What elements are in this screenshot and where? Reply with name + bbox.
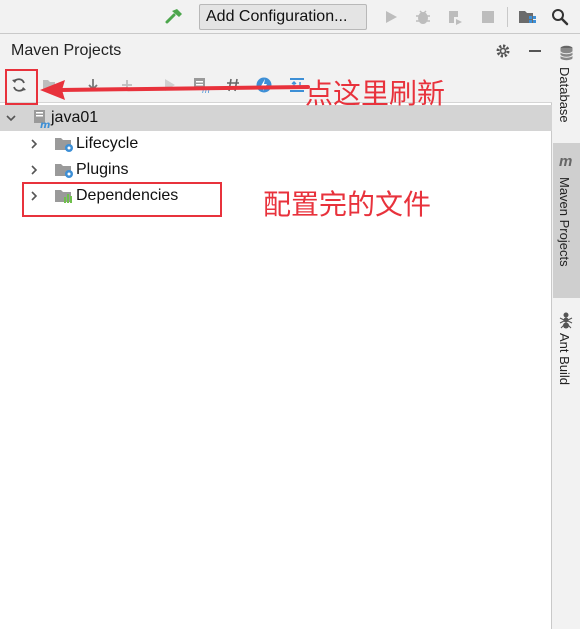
refresh-highlight-box [5, 69, 38, 105]
svg-text:m: m [40, 120, 50, 129]
search-icon[interactable] [549, 6, 571, 28]
dependencies-highlight-box [22, 182, 222, 217]
database-tab[interactable]: Database [553, 35, 580, 143]
coverage-icon[interactable] [444, 6, 466, 28]
chevron-down-icon[interactable] [4, 110, 18, 126]
tree-item-label: Lifecycle [76, 135, 139, 152]
run-icon[interactable] [380, 6, 402, 28]
main-toolbar: Add Configuration... [0, 0, 580, 34]
debug-bug-icon[interactable] [412, 6, 434, 28]
maven-projects-tab[interactable]: m Maven Projects [553, 143, 580, 298]
tree-item-label: Plugins [76, 161, 129, 178]
maven-m-icon: m [559, 153, 573, 170]
database-tab-label: Database [557, 67, 572, 123]
maven-tab-label: Maven Projects [557, 177, 572, 267]
ant-icon [558, 311, 574, 334]
minimize-icon[interactable] [525, 41, 545, 61]
database-icon [559, 45, 574, 66]
refresh-annotation-text: 点这里刷新 [305, 78, 446, 109]
config-annotation-text: 配置完的文件 [263, 189, 432, 220]
build-hammer-icon[interactable] [163, 6, 185, 28]
ant-tab-label: Ant Build [557, 333, 572, 386]
toolbar-separator [507, 7, 508, 27]
maven-projects-panel: Maven Projects m java01 Lifecycle Plugin… [0, 35, 552, 629]
run-configuration-dropdown[interactable]: Add Configuration... [199, 4, 367, 30]
ide-window: Add Configuration... Maven Projects m ja… [0, 0, 580, 629]
maven-project-icon: m [32, 109, 52, 131]
chevron-right-icon[interactable] [27, 162, 41, 178]
panel-title: Maven Projects [11, 42, 122, 59]
plugins-folder-icon [54, 161, 74, 179]
project-structure-icon[interactable] [517, 6, 539, 28]
right-tool-stripe: Database m Maven Projects Ant Build [553, 35, 580, 629]
panel-header: Maven Projects [0, 35, 552, 67]
lifecycle-folder-icon [54, 135, 74, 153]
tree-row-lifecycle[interactable]: Lifecycle [0, 131, 552, 157]
tree-row-plugins[interactable]: Plugins [0, 157, 552, 183]
tree-row-project[interactable]: m java01 [0, 105, 552, 131]
stop-icon[interactable] [477, 6, 499, 28]
chevron-right-icon[interactable] [27, 136, 41, 152]
gear-icon[interactable] [492, 41, 514, 61]
project-label: java01 [51, 109, 99, 126]
ant-build-tab[interactable]: Ant Build [553, 303, 580, 398]
annotation-arrow-icon [40, 80, 310, 100]
